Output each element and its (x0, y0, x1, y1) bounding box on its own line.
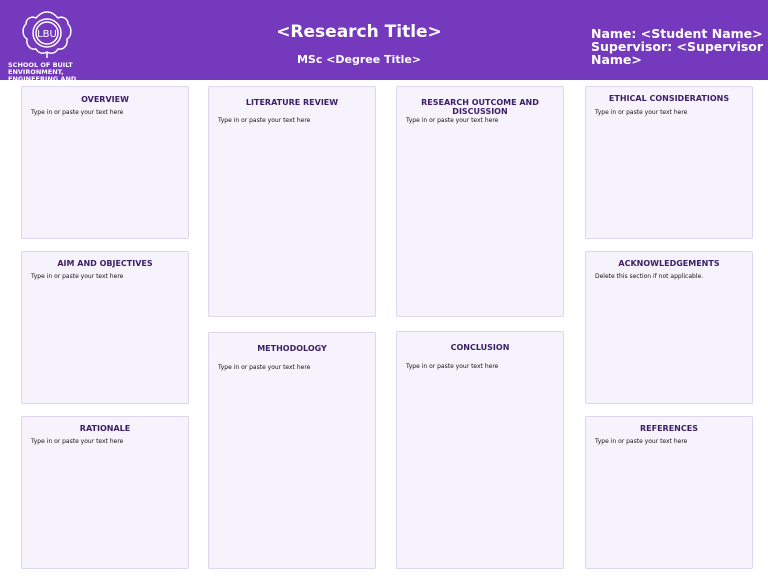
panel-text[interactable]: Type in or paste your text here (218, 117, 310, 124)
panel-references: REFERENCES Type in or paste your text her… (585, 416, 753, 569)
panel-text[interactable]: Type in or paste your text here (406, 363, 498, 370)
supervisor-name[interactable]: Supervisor: <Supervisor Name> (591, 40, 766, 66)
panel-text[interactable]: Type in or paste your text here (406, 117, 498, 124)
panel-title: LITERATURE REVIEW (245, 98, 339, 107)
panel-title: METHODOLOGY (257, 344, 327, 353)
panel-rationale: RATIONALE Type in or paste your text here (21, 416, 189, 569)
panel-research-outcome: RESEARCH OUTCOME AND DISCUSSION Type in o… (396, 86, 564, 317)
author-info: Name: <Student Name> Supervisor: <Superv… (591, 27, 766, 66)
panel-conclusion: CONCLUSION Type in or paste your text her… (396, 331, 564, 569)
panel-text[interactable]: Delete this section if not applicable. (595, 273, 703, 280)
panel-title: AIM AND OBJECTIVES (57, 259, 153, 268)
panel-title: ACKNOWLEDGEMENTS (618, 259, 720, 268)
panel-overview: OVERVIEW Type in or paste your text here (21, 86, 189, 239)
school-name: SCHOOL OF BUILT ENVIRONMENT, ENGINEERING… (8, 62, 77, 80)
panel-title: REFERENCES (640, 424, 698, 433)
poster-header: LBU SCHOOL OF BUILT ENVIRONMENT, ENGINEE… (0, 0, 768, 80)
panel-title: OVERVIEW (81, 95, 129, 104)
panel-acknowledgements: ACKNOWLEDGEMENTS Delete this section if n… (585, 251, 753, 404)
panel-title: CONCLUSION (450, 343, 510, 352)
panel-text[interactable]: Type in or paste your text here (31, 273, 123, 280)
panel-text[interactable]: Type in or paste your text here (595, 109, 687, 116)
panel-aim-objectives: AIM AND OBJECTIVES Type in or paste your … (21, 251, 189, 404)
panel-title: ETHICAL CONSIDERATIONS (608, 94, 730, 103)
university-logo-icon: LBU (22, 11, 72, 58)
panel-methodology: METHODOLOGY Type in or paste your text he… (208, 332, 376, 569)
panel-title: RESEARCH OUTCOME AND DISCUSSION (421, 98, 539, 116)
degree-title[interactable]: MSc <Degree Title> (200, 53, 518, 66)
svg-text:LBU: LBU (37, 29, 57, 40)
panel-text[interactable]: Type in or paste your text here (31, 109, 123, 116)
research-title[interactable]: <Research Title> (200, 22, 518, 42)
panel-ethical-considerations: ETHICAL CONSIDERATIONS Type in or paste y… (585, 86, 753, 239)
panel-text[interactable]: Type in or paste your text here (595, 438, 687, 445)
panel-literature-review: LITERATURE REVIEW Type in or paste your t… (208, 86, 376, 317)
panel-text[interactable]: Type in or paste your text here (31, 438, 123, 445)
panel-text[interactable]: Type in or paste your text here (218, 364, 310, 371)
panel-title: RATIONALE (79, 424, 131, 433)
